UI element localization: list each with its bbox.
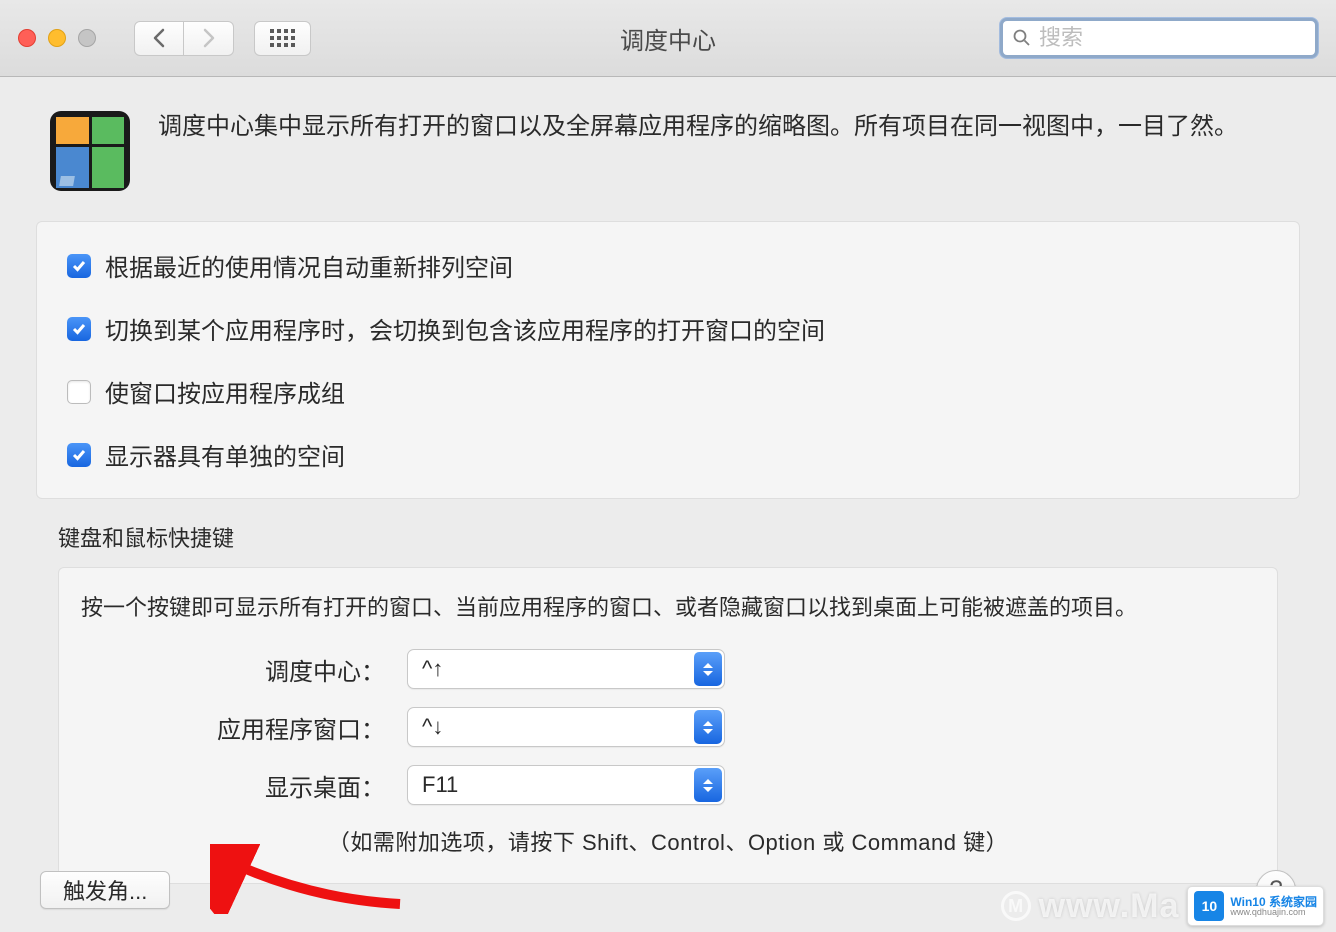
modifier-hint: （如需附加选项，请按下 Shift、Control、Option 或 Comma…	[77, 825, 1259, 857]
shortcut-label: 应用程序窗口：	[77, 710, 407, 745]
show-all-button[interactable]	[254, 21, 311, 56]
search-icon	[1013, 29, 1031, 47]
hot-corners-button[interactable]: 触发角...	[40, 871, 170, 909]
checkbox-displays-separate[interactable]	[67, 443, 91, 467]
nav-buttons	[134, 21, 234, 56]
option-label: 显示器具有单独的空间	[105, 437, 345, 472]
shortcuts-panel: 按一个按键即可显示所有打开的窗口、当前应用程序的窗口、或者隐藏窗口以找到桌面上可…	[58, 567, 1278, 884]
option-displays-separate: 显示器具有单独的空间	[67, 437, 1269, 472]
shortcut-show-desktop: 显示桌面： F11	[77, 765, 1259, 805]
select-value: ^↓	[422, 714, 443, 740]
shortcut-mission-control: 调度中心： ^↑	[77, 649, 1259, 689]
mission-control-icon	[50, 111, 130, 191]
shortcuts-hint: 按一个按键即可显示所有打开的窗口、当前应用程序的窗口、或者隐藏窗口以找到桌面上可…	[77, 590, 1259, 625]
checkbox-auto-rearrange[interactable]	[67, 254, 91, 278]
grid-icon	[270, 29, 295, 47]
toolbar: 调度中心	[0, 0, 1336, 77]
option-label: 使窗口按应用程序成组	[105, 374, 345, 409]
watermark-text: www.Ma	[1039, 887, 1180, 926]
watermark-badge-sub: www.qdhuajin.com	[1230, 908, 1317, 917]
back-button[interactable]	[134, 21, 184, 56]
shortcut-label: 调度中心：	[77, 652, 407, 687]
stepper-icon	[694, 652, 722, 686]
checkbox-group-by-app[interactable]	[67, 380, 91, 404]
search-box[interactable]	[1000, 18, 1318, 58]
watermark: M www.Ma 10 Win10 系统家园 www.qdhuajin.com	[1001, 886, 1324, 926]
search-input[interactable]	[1039, 25, 1327, 51]
watermark-badge-title: Win10 系统家园	[1230, 896, 1317, 908]
option-label: 切换到某个应用程序时，会切换到包含该应用程序的打开窗口的空间	[105, 311, 825, 346]
window-title: 调度中心	[620, 21, 716, 56]
description-text: 调度中心集中显示所有打开的窗口以及全屏幕应用程序的缩略图。所有项目在同一视图中，…	[158, 107, 1300, 147]
header-row: 调度中心集中显示所有打开的窗口以及全屏幕应用程序的缩略图。所有项目在同一视图中，…	[36, 107, 1300, 191]
select-value: ^↑	[422, 656, 443, 682]
select-value: F11	[422, 772, 458, 798]
watermark-badge-icon: 10	[1194, 891, 1224, 921]
watermark-badge: 10 Win10 系统家园 www.qdhuajin.com	[1187, 886, 1324, 926]
shortcut-label: 显示桌面：	[77, 768, 407, 803]
shortcuts-section: 键盘和鼠标快捷键 按一个按键即可显示所有打开的窗口、当前应用程序的窗口、或者隐藏…	[36, 521, 1300, 884]
zoom-window-button[interactable]	[78, 29, 96, 47]
stepper-icon	[694, 768, 722, 802]
option-auto-rearrange: 根据最近的使用情况自动重新排列空间	[67, 248, 1269, 283]
stepper-icon	[694, 710, 722, 744]
watermark-logo-icon: M	[1001, 891, 1031, 921]
select-show-desktop[interactable]: F11	[407, 765, 725, 805]
forward-button[interactable]	[184, 21, 234, 56]
shortcut-app-windows: 应用程序窗口： ^↓	[77, 707, 1259, 747]
content-area: 调度中心集中显示所有打开的窗口以及全屏幕应用程序的缩略图。所有项目在同一视图中，…	[0, 77, 1336, 904]
options-panel: 根据最近的使用情况自动重新排列空间 切换到某个应用程序时，会切换到包含该应用程序…	[36, 221, 1300, 499]
window-traffic-lights	[18, 29, 96, 47]
option-group-by-app: 使窗口按应用程序成组	[67, 374, 1269, 409]
minimize-window-button[interactable]	[48, 29, 66, 47]
option-switch-space: 切换到某个应用程序时，会切换到包含该应用程序的打开窗口的空间	[67, 311, 1269, 346]
chevron-left-icon	[152, 28, 166, 48]
shortcuts-title: 键盘和鼠标快捷键	[58, 521, 1278, 553]
select-app-windows[interactable]: ^↓	[407, 707, 725, 747]
close-window-button[interactable]	[18, 29, 36, 47]
chevron-right-icon	[202, 28, 216, 48]
option-label: 根据最近的使用情况自动重新排列空间	[105, 248, 513, 283]
checkbox-switch-space[interactable]	[67, 317, 91, 341]
select-mission-control[interactable]: ^↑	[407, 649, 725, 689]
